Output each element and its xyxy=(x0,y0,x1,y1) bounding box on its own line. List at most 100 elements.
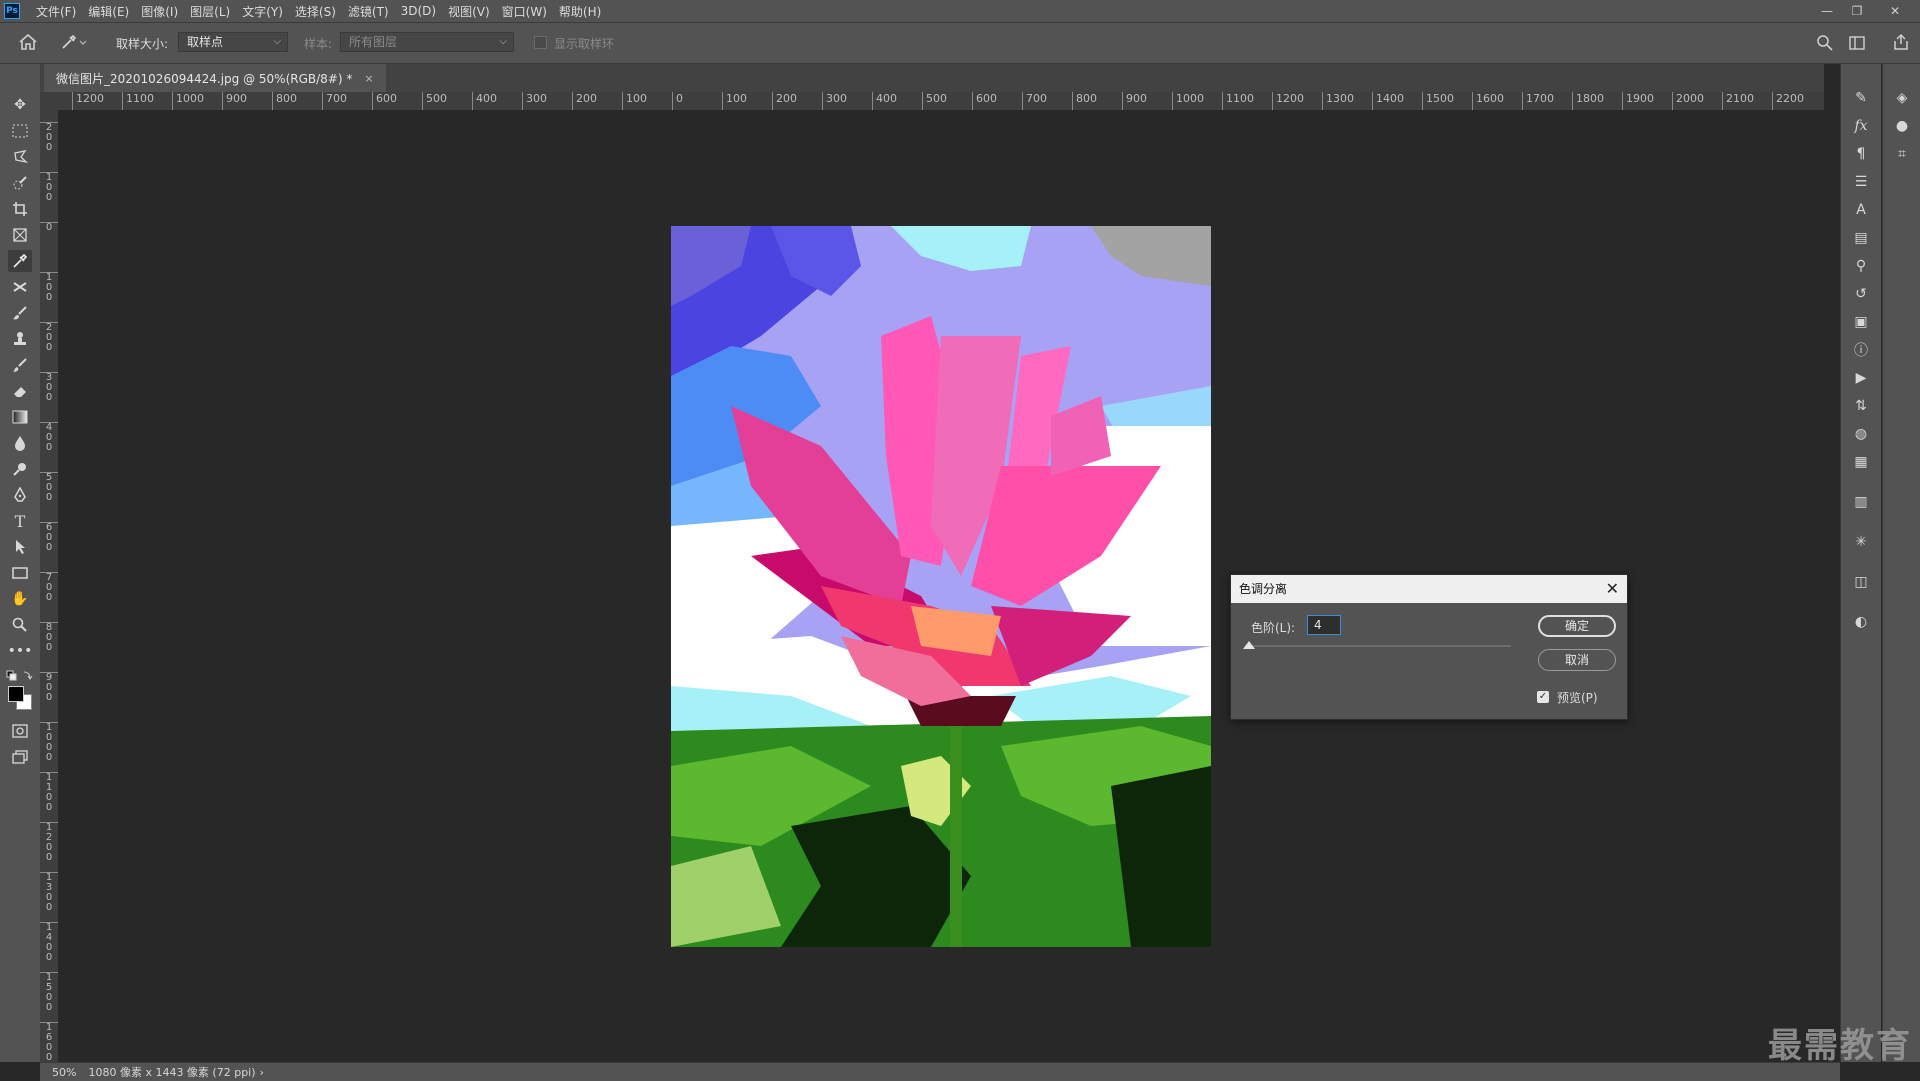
ruler-tick-label: 200 xyxy=(772,92,797,110)
menu-type[interactable]: 文字(Y) xyxy=(236,3,289,20)
show-sampling-ring-checkbox[interactable] xyxy=(534,36,547,49)
menu-help[interactable]: 帮助(H) xyxy=(553,3,607,20)
eyedropper-tool-icon[interactable] xyxy=(8,250,32,272)
ruler-tick-label: 1300 xyxy=(40,872,58,913)
dodge-tool-icon[interactable] xyxy=(8,458,32,480)
menu-layer[interactable]: 图层(L) xyxy=(184,3,236,20)
workspace-icon[interactable] xyxy=(1848,34,1866,55)
menu-filter[interactable]: 滤镜(T) xyxy=(342,3,395,20)
close-icon[interactable]: ✕ xyxy=(1606,575,1619,603)
dialog-title-bar[interactable]: 色调分离 ✕ xyxy=(1231,575,1627,603)
share-icon[interactable] xyxy=(1892,33,1910,54)
ruler-tick-label: 1000 xyxy=(40,722,58,763)
layers-icon[interactable]: ◈ xyxy=(1892,88,1912,108)
ruler-origin[interactable] xyxy=(40,92,58,110)
foreground-color-swatch[interactable] xyxy=(8,686,24,702)
blur-tool-icon[interactable] xyxy=(8,432,32,454)
paths-icon[interactable]: ⌗ xyxy=(1892,144,1912,164)
channels-icon[interactable]: ● xyxy=(1892,116,1912,136)
document-info: 1080 像素 x 1443 像素 (72 ppi) xyxy=(88,1066,256,1079)
menu-view[interactable]: 视图(V) xyxy=(442,3,496,20)
status-arrow-icon[interactable]: › xyxy=(260,1066,264,1079)
close-tab-icon[interactable]: × xyxy=(364,72,373,85)
gradient-tool-icon[interactable] xyxy=(8,406,32,428)
path-selection-tool-icon[interactable] xyxy=(8,536,32,558)
minimize-button[interactable]: — xyxy=(1812,0,1842,22)
move-tool-icon[interactable]: ✥ xyxy=(8,94,32,116)
eraser-tool-icon[interactable] xyxy=(8,380,32,402)
frame-tool-icon[interactable] xyxy=(8,224,32,246)
zoom-level[interactable]: 50% xyxy=(52,1066,76,1079)
info-icon[interactable]: ⓘ xyxy=(1851,340,1871,360)
zoom-tool-icon[interactable] xyxy=(8,614,32,636)
menu-image[interactable]: 图像(I) xyxy=(135,3,184,20)
menu-edit[interactable]: 编辑(E) xyxy=(82,3,135,20)
menu-file[interactable]: 文件(F) xyxy=(30,3,82,20)
3d-icon[interactable]: ◍ xyxy=(1851,424,1871,444)
crop-tool-icon[interactable] xyxy=(8,198,32,220)
home-icon[interactable] xyxy=(18,33,38,54)
eyedropper-tool-preset-icon[interactable] xyxy=(60,33,88,54)
fx-styles-icon[interactable]: fx xyxy=(1851,116,1871,136)
color-swatches[interactable] xyxy=(8,686,32,710)
layer-comps-icon[interactable]: ⇅ xyxy=(1851,396,1871,416)
vertical-ruler[interactable]: 2001000100200300400500600700800900100011… xyxy=(40,110,59,1062)
ruler-tick-label: 100 xyxy=(40,272,58,303)
menu-select[interactable]: 选择(S) xyxy=(289,3,342,20)
play-icon[interactable]: ▶ xyxy=(1851,368,1871,388)
ruler-tick-label: 2100 xyxy=(1722,92,1754,110)
character-icon[interactable]: A xyxy=(1851,200,1871,220)
quick-selection-tool-icon[interactable] xyxy=(8,172,32,194)
menu-3d[interactable]: 3D(D) xyxy=(395,4,442,18)
screen-mode-icon[interactable] xyxy=(8,746,32,768)
history-brush-tool-icon[interactable] xyxy=(8,354,32,376)
chevron-down-icon: ⌵ xyxy=(499,36,507,47)
pen-tool-icon[interactable] xyxy=(8,484,32,506)
preview-checkbox[interactable]: ✓ xyxy=(1537,691,1549,703)
ruler-tick-label: 200 xyxy=(572,92,597,110)
search-icon[interactable] xyxy=(1816,34,1834,55)
levels-input[interactable] xyxy=(1307,615,1341,635)
preview-label: 预览(P) xyxy=(1557,691,1598,705)
ruler-tick-label: 300 xyxy=(522,92,547,110)
clone-stamp-tool-icon[interactable] xyxy=(8,328,32,350)
type-tool-icon[interactable]: T xyxy=(8,510,32,532)
document-tab[interactable]: 微信图片_20201026094424.jpg @ 50%(RGB/8#) * … xyxy=(44,64,386,92)
actions-icon[interactable]: ▣ xyxy=(1851,312,1871,332)
ruler-tick-label: 900 xyxy=(1122,92,1147,110)
close-window-button[interactable]: ✕ xyxy=(1880,0,1910,22)
lasso-tool-icon[interactable] xyxy=(8,146,32,168)
quick-mask-icon[interactable] xyxy=(8,720,32,742)
navigator-icon[interactable]: ✳ xyxy=(1851,532,1871,552)
horizontal-ruler[interactable]: 1200 1100 1000 900 800 700 600 500 400 300 200 100 0… xyxy=(58,92,1824,111)
hand-tool-icon[interactable]: ✋ xyxy=(8,588,32,610)
sample-layers-select[interactable]: 所有图层 ⌵ xyxy=(340,32,514,52)
document-image[interactable] xyxy=(671,226,1211,947)
more-tools-icon[interactable]: ••• xyxy=(8,640,33,662)
ruler-tick-label: 1100 xyxy=(40,772,58,813)
cancel-button[interactable]: 取消 xyxy=(1538,649,1616,671)
adjustments-panel-icon[interactable]: ◫ xyxy=(1851,572,1871,592)
timeline-grid-icon[interactable]: ▦ xyxy=(1851,452,1871,472)
notes-icon[interactable]: ▥ xyxy=(1851,492,1871,512)
rectangle-tool-icon[interactable] xyxy=(8,562,32,584)
ruler-tick-label: 2200 xyxy=(1772,92,1804,110)
libraries-icon[interactable]: ▤ xyxy=(1851,228,1871,248)
levels-slider-thumb[interactable] xyxy=(1243,641,1255,649)
sample-size-select[interactable]: 取样点 ⌵ xyxy=(178,32,288,52)
ruler-tick-label: 1400 xyxy=(40,922,58,963)
properties-icon[interactable]: ☰ xyxy=(1851,172,1871,192)
color-panel-icon[interactable]: ◐ xyxy=(1851,612,1871,632)
clone-source-icon[interactable]: ⚲ xyxy=(1851,256,1871,276)
menu-window[interactable]: 窗口(W) xyxy=(496,3,553,20)
ok-button[interactable]: 确定 xyxy=(1538,615,1616,637)
default-colors-icon[interactable] xyxy=(6,670,34,685)
marquee-tool-icon[interactable] xyxy=(8,120,32,142)
restore-button[interactable]: ❐ xyxy=(1842,0,1872,22)
brush-tool-icon[interactable] xyxy=(8,302,32,324)
history-icon[interactable]: ↺ xyxy=(1851,284,1871,304)
healing-brush-tool-icon[interactable] xyxy=(8,276,32,298)
paragraph-icon[interactable]: ¶ xyxy=(1851,144,1871,164)
levels-slider-track[interactable] xyxy=(1249,645,1511,647)
brush-settings-icon[interactable]: ✎ xyxy=(1851,88,1871,108)
